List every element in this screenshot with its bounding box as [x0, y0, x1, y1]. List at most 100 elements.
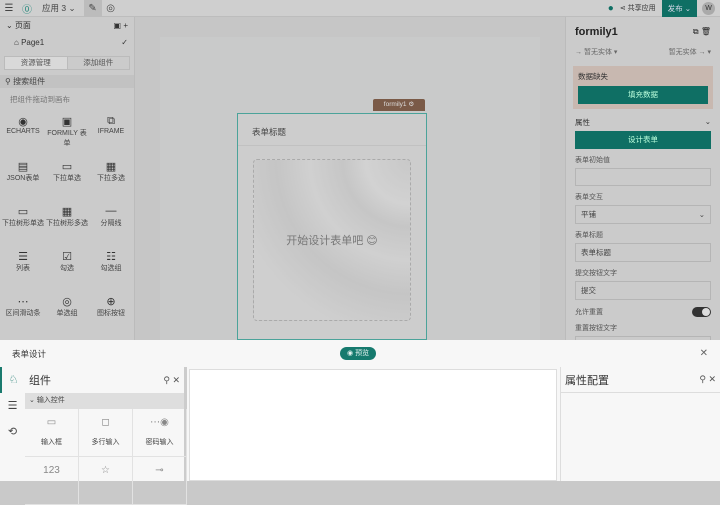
component-item[interactable]: ⧉ IFRAME [89, 111, 133, 156]
component-label: 下拉单选 [53, 175, 81, 182]
tab-resources[interactable]: 资源管理 [5, 57, 67, 69]
component-icon: ☷ [106, 251, 116, 263]
edit-icon[interactable]: ✎ [83, 0, 102, 17]
title-input[interactable]: 表单标题 [575, 243, 711, 262]
input-component-item[interactable]: ⋯◉ 密码输入 [133, 409, 187, 457]
input-component-label: 输入框 [41, 439, 62, 446]
close-icon[interactable]: ✕ [172, 375, 180, 385]
component-item[interactable]: ☰ 列表 [1, 246, 45, 291]
component-label: 下拉多选 [97, 175, 125, 182]
component-item[interactable]: ▤ JSON表单 [1, 156, 45, 201]
component-label: ECHARTS [6, 128, 40, 135]
entity-right[interactable]: 暂无实体 → ▾ [669, 47, 711, 63]
entity-left[interactable]: → 暂无实体 ▾ [575, 47, 617, 63]
input-component-item[interactable]: ☆ [79, 457, 133, 505]
form-dropzone[interactable]: 开始设计表单吧 😊 [253, 159, 411, 321]
input-component-item[interactable]: 123 [25, 457, 79, 505]
input-component-item[interactable]: ◻ 多行输入 [79, 409, 133, 457]
component-name[interactable]: formily1 [575, 26, 618, 38]
close-icon[interactable]: ✕ [700, 348, 708, 359]
top-bar: ☰ ⓪ 应用 3 ⌄ ✎ ◎ ● ⋖ 共享应用 发布 ⌄ W [0, 0, 720, 17]
publish-label: 发布 [667, 3, 683, 13]
component-item[interactable]: ◉ ECHARTS [1, 111, 45, 156]
form-title: 表单标题 [238, 114, 426, 146]
formily-component[interactable]: 表单标题 开始设计表单吧 😊 [237, 113, 427, 340]
layout-icon[interactable]: ▣ [114, 21, 122, 30]
input-component-label: 密码输入 [145, 439, 174, 446]
input-component-icon: 123 [43, 465, 60, 476]
submit-input[interactable]: 提交 [575, 281, 711, 300]
component-item[interactable]: ⋯ 区间滑动条 [1, 291, 45, 336]
right-panel: formily1 ⧉ 🗑 → 暂无实体 ▾ 暂无实体 → ▾ 数据缺失 填充数据 属… [565, 17, 720, 355]
app-name: 应用 3 [42, 3, 67, 13]
component-item[interactable]: ▭ 下拉单选 [45, 156, 89, 201]
preview-eye-icon[interactable]: ◎ [102, 3, 120, 14]
input-component-item[interactable]: ▭ 输入框 [25, 409, 79, 457]
components-title: 组件 [29, 375, 51, 387]
dropzone-text: 开始设计表单吧 😊 [286, 235, 378, 247]
component-tag[interactable]: formily1 ⚙ [373, 99, 425, 111]
menu-icon[interactable]: ☰ [0, 3, 18, 14]
preview-button[interactable]: ◉ 预览 [340, 347, 377, 360]
design-form-button[interactable]: 设计表单 [575, 131, 711, 149]
component-icon: ▭ [61, 161, 73, 173]
component-label: 下拉树形多选 [46, 220, 88, 227]
component-icon: ◉ [18, 116, 28, 128]
delete-icon[interactable]: 🗑 [701, 27, 711, 36]
component-label: 列表 [16, 265, 30, 272]
component-item[interactable]: ◎ 单选组 [45, 291, 89, 336]
pin-icon[interactable]: ⚲ [163, 375, 170, 385]
component-label: JSON表单 [6, 175, 40, 182]
component-label: IFRAME [97, 128, 125, 135]
avatar[interactable]: W [702, 1, 715, 15]
input-component-item[interactable]: ⊸ [133, 457, 187, 505]
drawer-title: 表单设计 [12, 348, 47, 359]
component-icon: ⊕ [106, 296, 116, 308]
app-selector[interactable]: 应用 3 ⌄ [42, 2, 76, 14]
copy-icon[interactable]: ⧉ [693, 27, 699, 36]
publish-button[interactable]: 发布 ⌄ [661, 0, 697, 17]
check-icon: ✓ [121, 38, 128, 47]
chevron-down-icon[interactable]: ⌄ [6, 21, 15, 30]
page-item-page1[interactable]: ⌂ Page1 ✓ [0, 34, 134, 51]
component-item[interactable]: ▣ FORMILY 表单 [45, 111, 89, 156]
component-item[interactable]: ▦ 下拉多选 [89, 156, 133, 201]
fill-data-button[interactable]: 填充数据 [578, 86, 708, 104]
input-component-grid: ▭ 输入框 ◻ 多行输入 ⋯◉ 密码输入 123 ☆ ⊸ [25, 409, 187, 505]
input-component-label: 多行输入 [91, 439, 120, 446]
component-icon: ▦ [61, 206, 73, 218]
component-item[interactable]: — 分隔线 [89, 201, 133, 246]
allow-reset-toggle[interactable] [692, 307, 711, 317]
search-input[interactable]: ⚲ 搜索组件 [0, 75, 134, 88]
init-value-input[interactable] [575, 168, 711, 186]
form-design-drawer: 表单设计 ✕ ◉ 预览 ♘ ☰ ⟲ 组件 ⚲ ✕ ⌄ 输入控件 ▭ 输入框 ◻ 多行输入 ⋯… [0, 340, 720, 505]
input-component-icon: ▭ [46, 417, 57, 428]
component-item[interactable]: ▦ 下拉树形多选 [45, 201, 89, 246]
share-app-button[interactable]: ⋖ 共享应用 [620, 3, 656, 13]
component-item[interactable]: ⊕ 图标按钮 [89, 291, 133, 336]
components-tab-icon[interactable]: ♘ [0, 367, 25, 393]
component-item[interactable]: ☑ 勾选 [45, 246, 89, 291]
group-input-controls[interactable]: ⌄ 输入控件 [25, 393, 184, 409]
chevron-down-icon[interactable]: ⌄ [705, 117, 711, 128]
design-canvas[interactable] [189, 369, 557, 481]
component-icon: ☑ [62, 251, 72, 263]
title-value: 表单标题 [581, 248, 611, 257]
missing-label: 数据缺失 [578, 72, 608, 81]
interact-select[interactable]: 平铺 ⌄ [575, 205, 711, 224]
share-label: 共享应用 [627, 5, 656, 12]
add-page-icon[interactable]: + [123, 21, 128, 30]
submit-value: 提交 [581, 286, 596, 295]
close-icon[interactable]: ✕ [708, 374, 716, 384]
tab-add-component[interactable]: 添加组件 [66, 57, 130, 69]
component-icon: ▭ [17, 206, 29, 218]
group-label: 输入控件 [36, 397, 65, 404]
component-item[interactable]: ☷ 勾选组 [89, 246, 133, 291]
pin-icon[interactable]: ⚲ [699, 374, 706, 384]
history-icon[interactable]: ⟲ [0, 419, 25, 445]
allow-reset-label: 允许重置 [575, 309, 603, 316]
outline-tree-icon[interactable]: ☰ [0, 393, 25, 419]
page-label: Page1 [21, 38, 45, 47]
component-label: 勾选组 [100, 265, 122, 272]
component-item[interactable]: ▭ 下拉树形单选 [1, 201, 45, 246]
